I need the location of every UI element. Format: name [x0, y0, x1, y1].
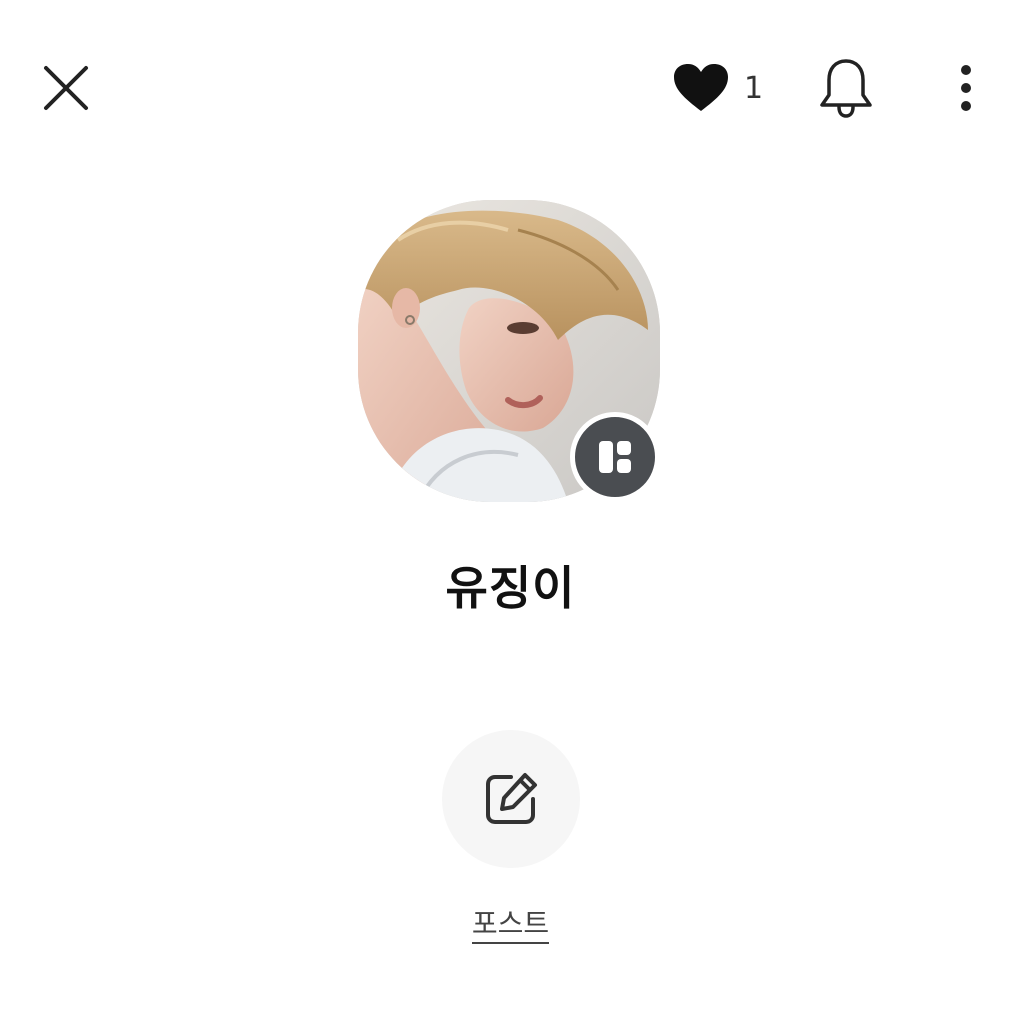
post-button[interactable] [442, 730, 580, 868]
profile-screen: 1 유징이 포스트 [0, 0, 1021, 1021]
profile-avatar-wrapper [358, 200, 660, 502]
close-button[interactable] [34, 58, 98, 118]
profile-name: 유징이 [445, 561, 576, 615]
notification-button[interactable] [812, 54, 880, 122]
close-icon [44, 66, 88, 110]
like-count: 1 [744, 70, 764, 106]
more-options-button[interactable] [940, 58, 992, 118]
post-label: 포스트 [471, 907, 550, 944]
bell-icon [820, 59, 872, 118]
more-vertical-icon [961, 65, 971, 111]
post-label-link[interactable]: 포스트 [0, 902, 1021, 944]
like-button[interactable]: 1 [672, 58, 772, 118]
heart-icon [674, 64, 728, 111]
edit-icon [486, 773, 537, 824]
profile-switch-icon [599, 441, 631, 473]
profile-badge-button[interactable] [570, 412, 660, 502]
